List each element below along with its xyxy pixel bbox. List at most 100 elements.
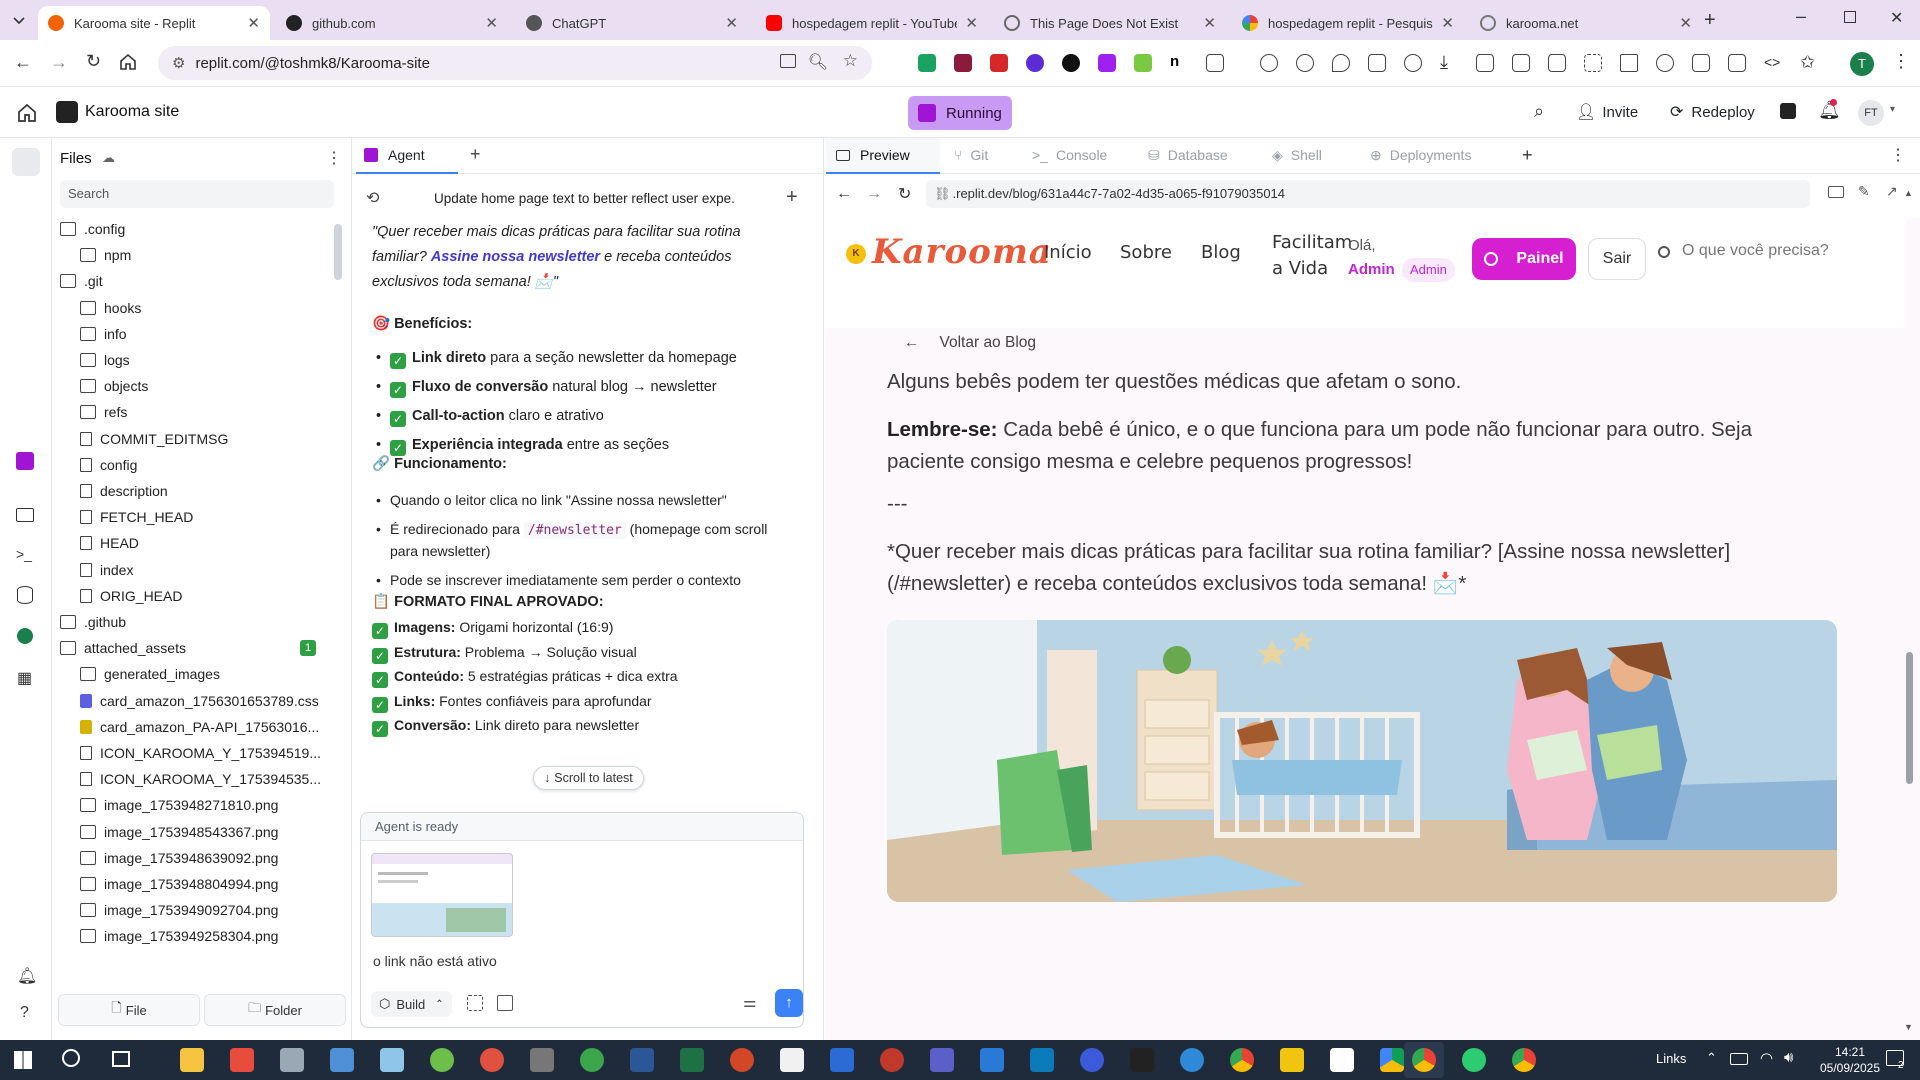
- search-icon[interactable]: [62, 1049, 80, 1067]
- app-icon[interactable]: [1080, 1048, 1104, 1072]
- attached-screenshot-thumbnail[interactable]: [371, 853, 513, 937]
- teams-icon[interactable]: [930, 1048, 954, 1072]
- scroll-thumb[interactable]: [1906, 652, 1913, 784]
- thread-title[interactable]: Update home page text to better reflect …: [434, 191, 734, 206]
- file-tree-folder[interactable]: .github: [60, 609, 126, 635]
- tab-database[interactable]: ⛁ Database: [1148, 138, 1228, 172]
- download-icon[interactable]: ⤓: [1440, 53, 1458, 72]
- files-menu-icon[interactable]: ⋮: [326, 148, 342, 168]
- app-icon[interactable]: [380, 1048, 404, 1072]
- site-search-input[interactable]: O que você precisa?: [1682, 242, 1829, 260]
- close-tab-icon[interactable]: ✕: [1679, 14, 1692, 32]
- devices-icon[interactable]: [1828, 186, 1844, 198]
- file-tree-file[interactable]: ICON_KAROOMA_Y_175394535...: [80, 766, 321, 792]
- restore-window-icon[interactable]: [1844, 11, 1856, 23]
- scroll-down-icon[interactable]: ▼: [1904, 1022, 1913, 1032]
- new-folder-button[interactable]: 🗀︎ Folder: [204, 994, 346, 1026]
- file-tree-file[interactable]: image_1753948271810.png: [80, 792, 278, 818]
- file-tree-file[interactable]: image_1753948543367.png: [80, 819, 278, 845]
- file-tree-folder[interactable]: attached_assets 1: [60, 635, 316, 661]
- file-tree-folder[interactable]: .config: [60, 216, 125, 242]
- deployments-tool-icon[interactable]: [17, 628, 33, 644]
- add-tab-icon[interactable]: +: [1522, 138, 1533, 172]
- new-file-button[interactable]: 🗋︎ File: [58, 994, 200, 1026]
- close-tab-icon[interactable]: ✕: [247, 14, 260, 32]
- search-icon[interactable]: ⌕: [1534, 101, 1544, 122]
- run-status-button[interactable]: Running: [908, 96, 1012, 130]
- address-bar[interactable]: ⚙ replit.com/@toshmk8/Karooma-site 🔍︎ ☆: [158, 46, 872, 80]
- extension-icon[interactable]: [918, 54, 936, 72]
- extension-icon[interactable]: [1062, 54, 1080, 72]
- browser-menu-icon[interactable]: ⋮: [1892, 51, 1910, 72]
- windows-start-icon[interactable]: [14, 1051, 32, 1069]
- scroll-up-icon[interactable]: ▲: [1904, 188, 1913, 198]
- tab-preview[interactable]: Preview: [826, 138, 940, 174]
- home-icon[interactable]: [16, 102, 38, 124]
- app-icon[interactable]: [1180, 1048, 1204, 1072]
- reading-mode-icon[interactable]: [1368, 54, 1386, 72]
- app-icon[interactable]: [1030, 1048, 1054, 1072]
- preview-tool-icon[interactable]: [16, 508, 34, 522]
- logout-button[interactable]: Sair: [1588, 238, 1646, 280]
- alerts-icon[interactable]: 🔔︎: [17, 966, 37, 986]
- toolbar-icon[interactable]: [1260, 54, 1278, 72]
- extension-icon[interactable]: n: [1170, 54, 1188, 72]
- file-tree-folder[interactable]: generated_images: [80, 661, 220, 687]
- browser-tab-notexist[interactable]: This Page Does Not Exist ✕: [994, 6, 1226, 40]
- chrome-icon[interactable]: [1512, 1048, 1536, 1072]
- nav-link-blog[interactable]: Blog: [1201, 242, 1241, 263]
- file-tree-file[interactable]: image_1753949092704.png: [80, 897, 278, 923]
- tab-deployments[interactable]: ⊕ Deployments: [1370, 138, 1471, 172]
- extension-icon[interactable]: [990, 54, 1008, 72]
- file-tree-file[interactable]: card_amazon_1756301653789.css: [80, 688, 319, 714]
- tab-agent[interactable]: Agent: [356, 138, 458, 174]
- app-icon[interactable]: [1330, 1048, 1354, 1072]
- browser-tab-youtube[interactable]: hospedagem replit - YouTube ✕: [756, 6, 988, 40]
- password-key-icon[interactable]: [1296, 54, 1314, 72]
- file-tree-folder[interactable]: objects: [80, 373, 148, 399]
- panel-button[interactable]: Painel: [1472, 238, 1576, 280]
- help-icon[interactable]: ?: [20, 1004, 29, 1022]
- file-tree-folder[interactable]: .git: [60, 268, 103, 294]
- file-tree-folder[interactable]: npm: [80, 242, 131, 268]
- app-icon[interactable]: [980, 1048, 1004, 1072]
- project-name[interactable]: Karooma site: [85, 103, 179, 121]
- close-tab-icon[interactable]: ✕: [485, 14, 498, 32]
- database-tool-icon[interactable]: [17, 586, 33, 604]
- file-tree-folder[interactable]: refs: [80, 399, 127, 425]
- close-tab-icon[interactable]: ✕: [1441, 14, 1454, 32]
- chrome-icon[interactable]: [1412, 1048, 1436, 1072]
- browser-tab-chatgpt[interactable]: ChatGPT ✕: [516, 6, 748, 40]
- app-icon[interactable]: [880, 1048, 904, 1072]
- app-icon[interactable]: [430, 1048, 454, 1072]
- chrome-icon[interactable]: [1230, 1048, 1254, 1072]
- newsletter-link[interactable]: Assine nossa newsletter: [431, 249, 600, 265]
- file-tree-file[interactable]: image_1753948639092.png: [80, 845, 278, 871]
- app-icon[interactable]: [580, 1048, 604, 1072]
- print-icon[interactable]: [1476, 54, 1494, 72]
- history-icon[interactable]: ⟲: [366, 188, 379, 208]
- build-mode-button[interactable]: ⬡ Build ⌃: [371, 991, 452, 1017]
- file-tree-file[interactable]: ICON_KAROOMA_Y_175394519...: [80, 740, 321, 766]
- nav-link-inicio[interactable]: Início: [1044, 242, 1092, 263]
- invite-button[interactable]: 👤︎ Invite: [1576, 102, 1638, 122]
- select-element-icon[interactable]: [467, 995, 483, 1011]
- extension-icon[interactable]: [1098, 54, 1116, 72]
- close-tab-icon[interactable]: ✕: [965, 14, 978, 32]
- cast-icon[interactable]: [1692, 54, 1710, 72]
- translate-icon[interactable]: [1548, 54, 1566, 72]
- file-tree-file[interactable]: FETCH_HEAD: [80, 504, 193, 530]
- install-app-icon[interactable]: [780, 54, 796, 68]
- file-tree-file[interactable]: COMMIT_EDITMSG: [80, 426, 228, 452]
- back-to-blog-link[interactable]: ← Voltar ao Blog: [904, 334, 1036, 352]
- preview-scrollbar[interactable]: ▲ ▼: [1902, 182, 1916, 1040]
- code-icon[interactable]: <>: [1764, 54, 1782, 72]
- agent-input[interactable]: o link não está ativo: [373, 953, 497, 969]
- link-icon[interactable]: [1656, 54, 1674, 72]
- file-tree-file[interactable]: image_1753949258304.png: [80, 923, 278, 949]
- close-tab-icon[interactable]: ✕: [1203, 14, 1216, 32]
- browser-tab-github[interactable]: github.com ✕: [276, 6, 508, 40]
- file-tree-file[interactable]: image_1753948804994.png: [80, 871, 278, 897]
- links-toolbar[interactable]: Links: [1656, 1051, 1686, 1066]
- file-explorer-icon[interactable]: [180, 1048, 204, 1072]
